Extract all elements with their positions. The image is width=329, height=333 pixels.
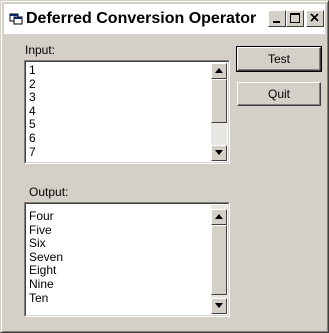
close-button[interactable] xyxy=(306,10,324,27)
scroll-thumb[interactable] xyxy=(211,225,227,295)
scroll-up-button[interactable] xyxy=(211,63,227,79)
list-item[interactable]: 7 xyxy=(29,145,36,160)
list-item[interactable]: Five xyxy=(29,223,63,238)
input-label: Input: xyxy=(25,43,56,57)
app-window-icon xyxy=(9,13,23,25)
list-item[interactable]: Four xyxy=(29,209,63,224)
list-item[interactable]: Eight xyxy=(29,264,63,278)
output-listbox[interactable]: Four Five Six Seven Eight Nine Ten xyxy=(24,202,230,317)
output-scrollbar[interactable] xyxy=(211,205,227,314)
arrow-down-icon xyxy=(215,303,223,308)
output-items: Four Five Six Seven Eight Nine Ten xyxy=(29,209,63,306)
arrow-up-icon xyxy=(215,68,223,73)
list-item[interactable]: 6 xyxy=(29,131,36,146)
list-item[interactable]: Six xyxy=(29,237,63,251)
arrow-up-icon xyxy=(215,214,223,219)
maximize-icon xyxy=(290,13,300,23)
list-item[interactable]: Nine xyxy=(29,277,63,292)
input-items: 1 2 3 4 5 6 7 xyxy=(29,63,36,160)
list-item[interactable]: Ten xyxy=(29,291,63,306)
scroll-up-button[interactable] xyxy=(211,209,227,225)
scroll-thumb[interactable] xyxy=(211,79,227,123)
maximize-button[interactable] xyxy=(286,10,304,27)
output-label: Output: xyxy=(29,185,69,199)
list-item[interactable]: 5 xyxy=(29,118,36,132)
app-window: Deferred Conversion Operator Input: 1 2 … xyxy=(0,0,329,333)
quit-button[interactable]: Quit xyxy=(237,82,321,106)
arrow-down-icon xyxy=(215,150,223,155)
title-bar[interactable]: Deferred Conversion Operator xyxy=(4,4,325,34)
list-item[interactable]: 3 xyxy=(29,91,36,105)
window-title: Deferred Conversion Operator xyxy=(26,10,257,27)
scroll-down-button[interactable] xyxy=(211,145,227,161)
list-item[interactable]: 4 xyxy=(29,104,36,119)
list-item[interactable]: 1 xyxy=(29,63,36,78)
input-scrollbar[interactable] xyxy=(211,63,227,161)
close-icon xyxy=(310,13,319,22)
scroll-down-button[interactable] xyxy=(211,298,227,314)
input-listbox[interactable]: 1 2 3 4 5 6 7 xyxy=(24,60,230,164)
list-item[interactable]: Seven xyxy=(29,250,63,265)
list-item[interactable]: 2 xyxy=(29,77,36,92)
minimize-button[interactable] xyxy=(268,10,286,27)
minimize-icon xyxy=(273,21,280,23)
test-button[interactable]: Test xyxy=(236,46,322,72)
